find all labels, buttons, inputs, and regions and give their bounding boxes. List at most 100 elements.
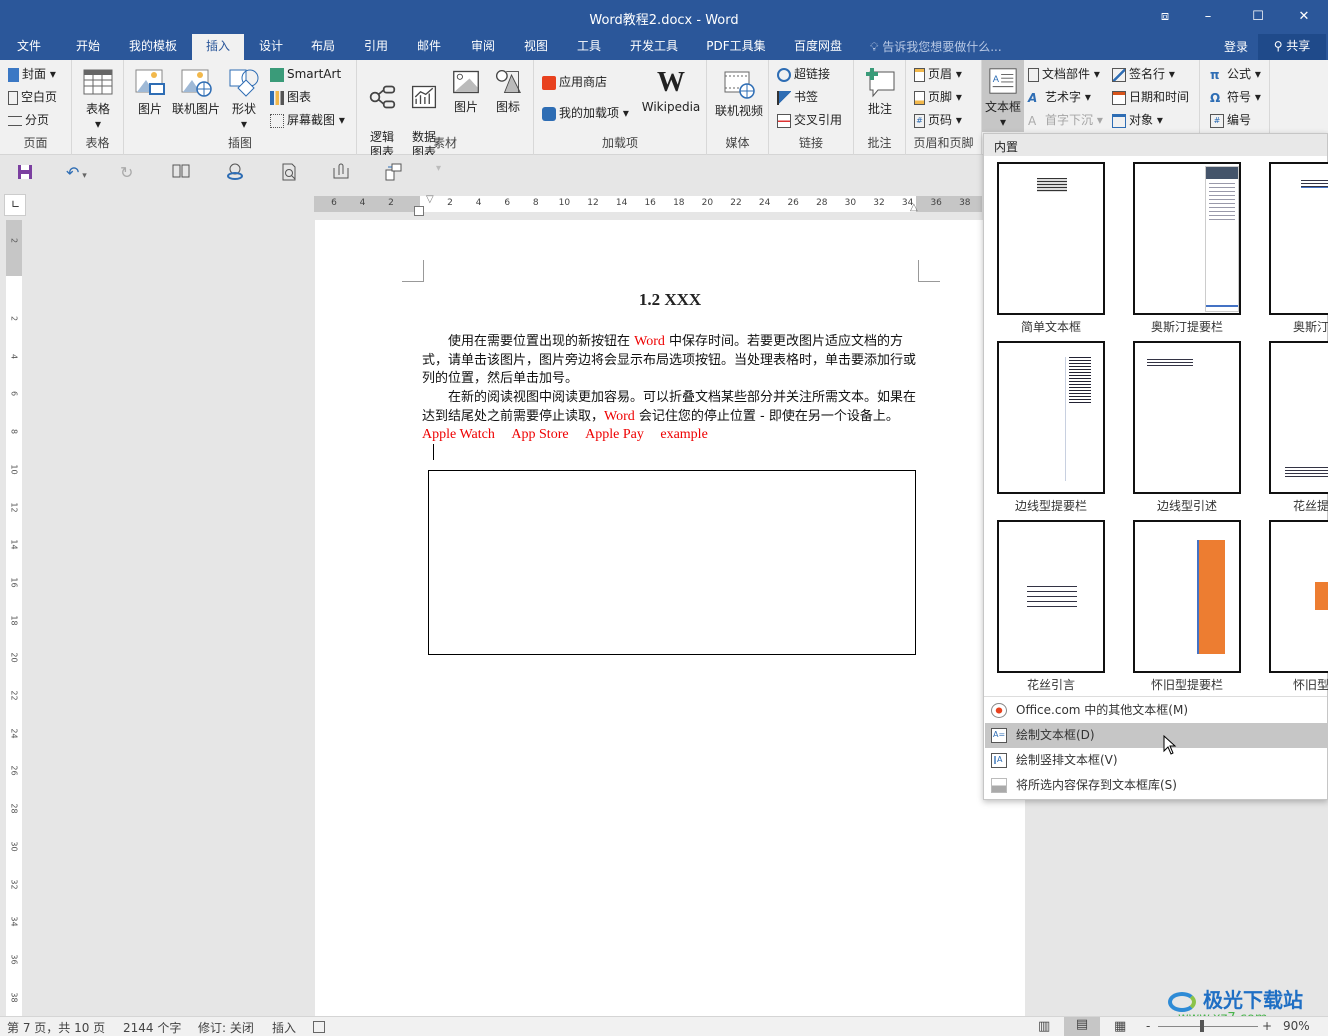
gallery-item-austin-quote[interactable] — [1269, 162, 1328, 315]
left-indent-marker[interactable] — [414, 206, 424, 216]
tab-view[interactable]: 视图 — [513, 34, 559, 60]
read-mode-view-button[interactable]: ▥ — [1038, 1019, 1050, 1034]
new-comment-qat-button[interactable] — [384, 163, 404, 181]
footer-button[interactable]: 页脚 ▾ — [914, 86, 962, 108]
insert-mode-status[interactable]: 插入 — [272, 1019, 296, 1036]
header-button[interactable]: 页眉 ▾ — [914, 63, 962, 85]
tab-design[interactable]: 设计 — [248, 34, 294, 60]
number-button[interactable]: # 编号 — [1210, 109, 1251, 131]
zoom-level[interactable]: 90% — [1283, 1019, 1310, 1033]
cross-reference-button[interactable]: 交叉引用 — [777, 109, 842, 131]
tab-tools[interactable]: 工具 — [566, 34, 612, 60]
chart-button[interactable]: 图表 — [270, 86, 311, 108]
undo-icon: ↶ — [66, 163, 80, 182]
wordart-icon: A — [1028, 90, 1038, 105]
gallery-item-filigree-quote[interactable] — [997, 520, 1105, 673]
redo-button[interactable]: ↻ — [120, 163, 140, 182]
cover-page-button[interactable]: 封面 ▾ — [8, 63, 56, 85]
ribbon-display-options-button[interactable]: ⧈ — [1153, 6, 1177, 28]
page-number-button[interactable]: # 页码 ▾ — [914, 109, 962, 131]
tab-references[interactable]: 引用 — [353, 34, 399, 60]
bookmark-button[interactable]: 书签 — [777, 86, 818, 108]
tab-mailings[interactable]: 邮件 — [406, 34, 452, 60]
tab-baidu-netdisk[interactable]: 百度网盘 — [784, 34, 852, 60]
minimize-button[interactable]: – — [1196, 6, 1220, 28]
equation-button[interactable]: π 公式 ▾ — [1210, 63, 1261, 85]
print-layout-view-button[interactable]: ▤ — [1064, 1017, 1100, 1036]
quick-parts-button[interactable]: 文档部件 ▾ — [1028, 63, 1100, 85]
gallery-item-grid-sidebar[interactable] — [997, 341, 1105, 494]
draw-vertical-text-box[interactable]: ‖A 绘制竖排文本框(V) — [985, 748, 1328, 773]
maximize-button[interactable]: ☐ — [1246, 6, 1270, 28]
more-text-boxes-office-com[interactable]: Office.com 中的其他文本框(M) — [985, 698, 1328, 723]
gallery-item-grid-quote[interactable] — [1133, 341, 1241, 494]
minimize-icon: – — [1204, 9, 1212, 24]
tab-review[interactable]: 审阅 — [460, 34, 506, 60]
draw-text-box[interactable]: A= 绘制文本框(D) — [985, 723, 1328, 748]
page-count-status[interactable]: 第 7 页，共 10 页 — [7, 1019, 105, 1036]
web-link-button[interactable] — [226, 163, 246, 181]
new-comment-button[interactable]: 批注 — [860, 66, 900, 117]
app-store-button[interactable]: 应用商店 — [542, 71, 607, 93]
picture-button[interactable]: 图片 — [132, 66, 168, 117]
zoom-slider-thumb[interactable] — [1200, 1020, 1205, 1032]
hyperlink-button[interactable]: 超链接 — [777, 63, 830, 85]
gallery-item-filigree-sidebar[interactable] — [1269, 341, 1328, 494]
save-button[interactable] — [16, 163, 36, 181]
online-picture-button[interactable]: 联机图片 — [170, 66, 222, 117]
macro-record-icon[interactable] — [313, 1021, 325, 1033]
wikipedia-button[interactable]: W Wikipedia — [638, 68, 704, 115]
text-box-button[interactable]: A 文本框 ▾ — [982, 60, 1024, 132]
undo-button[interactable]: ↶ ▾ — [66, 163, 100, 182]
web-layout-view-button[interactable]: ▦ — [1114, 1019, 1126, 1034]
track-changes-status[interactable]: 修订: 关闭 — [198, 1019, 254, 1036]
tab-insert[interactable]: 插入 — [192, 34, 244, 60]
signature-line-button[interactable]: 签名行 ▾ — [1112, 63, 1175, 85]
tab-file[interactable]: 文件 — [6, 34, 52, 60]
page-break-button[interactable]: 分页 — [8, 109, 49, 131]
print-preview-button[interactable] — [280, 163, 300, 181]
online-video-button[interactable]: 联机视频 — [711, 68, 767, 119]
tab-selector[interactable]: ∟ — [4, 194, 26, 216]
shapes-button[interactable]: 形状 ▾ — [226, 66, 262, 132]
menu-item-label: 绘制竖排文本框(V) — [1016, 753, 1118, 767]
login-link[interactable]: 登录 — [1224, 38, 1248, 55]
zoom-in-button[interactable]: + — [1262, 1019, 1272, 1033]
vertical-ruler[interactable]: 2 2 4 6 8 10 12 14 16 18 20 22 24 26 28 30 32 34 36 38 — [6, 220, 22, 1016]
horizontal-ruler[interactable]: ▽ △ 6 4 2 2 4 6 8 10 12 14 16 18 20 22 24 26 28 30 32 34 36 3… — [314, 194, 982, 216]
group-tables: 表格 ▾ 表格 — [72, 60, 124, 155]
tab-developer[interactable]: 开发工具 — [620, 34, 688, 60]
gallery-item-simple-text-box[interactable] — [997, 162, 1105, 315]
date-time-button[interactable]: 日期和时间 — [1112, 86, 1189, 108]
read-mode-button[interactable] — [172, 163, 192, 181]
icons-button[interactable]: 图标 — [489, 68, 527, 115]
table-button[interactable]: 表格 ▾ — [80, 66, 116, 132]
gallery-item-retro-quote[interactable] — [1269, 520, 1328, 673]
tell-me-search[interactable]: 💡︎ 告诉我您想要做什么... — [870, 38, 1002, 55]
symbol-button[interactable]: Ω 符号 ▾ — [1210, 86, 1261, 108]
margin-corner-mark — [918, 260, 940, 282]
word-count-status[interactable]: 2144 个字 — [123, 1019, 181, 1036]
drawn-text-box[interactable] — [428, 470, 916, 655]
first-line-indent-marker[interactable]: ▽ — [426, 194, 434, 205]
tab-home[interactable]: 开始 — [62, 34, 114, 60]
gallery-item-retro-sidebar[interactable] — [1133, 520, 1241, 673]
zoom-out-button[interactable]: - — [1146, 1019, 1150, 1033]
document-page[interactable]: 1.2 XXX 使用在需要位置出现的新按钮在 Word 中保存时间。若要更改图片… — [315, 220, 1025, 1016]
share-button[interactable]: ⚲ 共享 — [1258, 34, 1326, 60]
gallery-item-austin-sidebar[interactable] — [1133, 162, 1241, 315]
material-picture-button[interactable]: 图片 — [447, 68, 485, 115]
wordart-button[interactable]: A 艺术字 ▾ — [1028, 86, 1091, 108]
close-button[interactable]: ✕ — [1292, 6, 1316, 28]
tab-pdf-tools[interactable]: PDF工具集 — [700, 34, 772, 60]
blank-page-button[interactable]: 空白页 — [8, 86, 57, 108]
my-addins-button[interactable]: 我的加载项 ▾ — [542, 102, 629, 124]
object-button[interactable]: 对象 ▾ — [1112, 109, 1163, 131]
zoom-slider[interactable] — [1158, 1020, 1258, 1032]
smartart-button[interactable]: SmartArt — [270, 63, 341, 85]
screenshot-button[interactable]: 屏幕截图 ▾ — [270, 109, 345, 131]
tab-my-templates[interactable]: 我的模板 — [120, 34, 186, 60]
customize-qat-button[interactable]: ▾ — [436, 163, 456, 181]
attach-button[interactable] — [332, 163, 352, 181]
tab-layout[interactable]: 布局 — [300, 34, 346, 60]
